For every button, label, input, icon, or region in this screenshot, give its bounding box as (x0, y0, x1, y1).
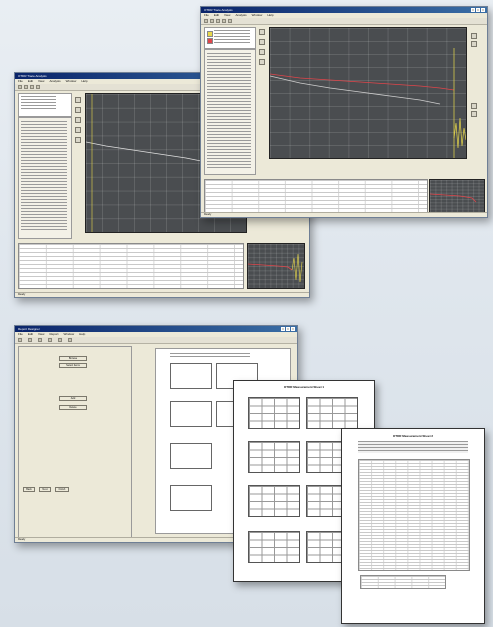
select-items-button[interactable]: Select Items (59, 363, 87, 368)
info-lines (207, 53, 251, 169)
event-table[interactable] (18, 243, 244, 289)
next-page-icon[interactable] (48, 338, 52, 342)
print-icon[interactable] (18, 338, 22, 342)
preview-header (170, 353, 250, 359)
zoom-button-1[interactable] (471, 33, 477, 39)
info-lines (21, 121, 67, 231)
trace-list-panel[interactable] (18, 93, 72, 117)
info-panel (204, 49, 256, 175)
sheet-title: OTDR Measurement Sheet 2 (392, 434, 434, 438)
trace-list (214, 30, 250, 45)
finish-button[interactable]: Finish (55, 487, 69, 492)
event-table[interactable] (204, 179, 428, 213)
first-page-icon[interactable] (28, 338, 32, 342)
zoom-icon[interactable] (68, 338, 72, 342)
sheet-plot-7 (248, 531, 300, 563)
sheet-plot-2 (306, 397, 358, 429)
side-button-3[interactable] (75, 117, 81, 123)
info-panel (18, 117, 72, 239)
status-bar: Ready (15, 292, 309, 297)
preview-chart-5 (170, 443, 212, 469)
minimize-icon[interactable] (281, 327, 285, 331)
close-icon[interactable] (481, 8, 485, 12)
status-text: Ready (204, 213, 212, 216)
sheet-plot-3 (248, 441, 300, 473)
side-button-2[interactable] (259, 39, 265, 45)
noise-trace (453, 117, 466, 149)
delete-button[interactable]: Delete (59, 405, 87, 410)
browse-button[interactable]: Browse (59, 356, 87, 361)
settings-panel: Browse Select Items Add Delete Back Next… (18, 346, 132, 538)
overview-plot[interactable] (429, 179, 485, 213)
sheet-header-info (358, 441, 468, 453)
side-button-5[interactable] (75, 137, 81, 143)
side-button-4[interactable] (259, 59, 265, 65)
back-icon[interactable] (228, 19, 232, 23)
side-button-2[interactable] (75, 107, 81, 113)
prev-page-icon[interactable] (38, 338, 42, 342)
status-bar: Ready (201, 212, 487, 217)
zoom-icon[interactable] (36, 85, 40, 89)
sheet-summary-table (360, 575, 446, 589)
trace-plot[interactable] (269, 27, 467, 159)
toolbar (201, 18, 487, 25)
save-icon[interactable] (210, 19, 214, 23)
back-button[interactable]: Back (23, 487, 35, 492)
preview-chart-3 (170, 401, 212, 427)
zoom-button-2[interactable] (471, 41, 477, 47)
overview-plot[interactable] (247, 243, 305, 289)
status-text: Ready (18, 538, 26, 541)
trace-svg (270, 48, 466, 158)
trace-color-icon (207, 38, 213, 44)
window-title: OTDR Trace Analysis (18, 74, 47, 78)
zoom-button-3[interactable] (471, 103, 477, 109)
preview-chart-6 (170, 485, 212, 511)
close-icon[interactable] (291, 327, 295, 331)
trace-line-red (270, 73, 455, 91)
window-title: Report Designer (18, 327, 40, 331)
side-button-3[interactable] (259, 49, 265, 55)
side-button-1[interactable] (75, 97, 81, 103)
side-button-4[interactable] (75, 127, 81, 133)
sheet-title: OTDR Measurement Sheet 1 (283, 385, 325, 389)
window-title: OTDR Trace Analysis (204, 8, 233, 12)
preview-chart-1 (170, 363, 212, 389)
save-icon[interactable] (24, 85, 28, 89)
minimize-icon[interactable] (471, 8, 475, 12)
open-icon[interactable] (18, 85, 22, 89)
last-page-icon[interactable] (58, 338, 62, 342)
maximize-icon[interactable] (286, 327, 290, 331)
open-icon[interactable] (204, 19, 208, 23)
overview-svg (430, 193, 477, 203)
zoom-button-4[interactable] (471, 111, 477, 117)
trace-list (21, 96, 56, 110)
print-icon[interactable] (216, 19, 220, 23)
sheet-data-table (358, 459, 470, 571)
trace-window-front: OTDR Trace Analysis File Edit View Analy… (200, 6, 488, 218)
print-icon[interactable] (30, 85, 34, 89)
side-button-1[interactable] (259, 29, 265, 35)
toolbar (15, 337, 297, 344)
sheet-plot-1 (248, 397, 300, 429)
trace-line-gray (270, 75, 441, 105)
add-button[interactable]: Add (59, 396, 87, 401)
status-text: Ready (18, 293, 26, 296)
trace-list-panel[interactable] (204, 27, 256, 49)
overview-svg (248, 253, 303, 283)
next-button[interactable]: Next (39, 487, 51, 492)
trace-color-icon (207, 31, 213, 37)
sheet-plot-5 (248, 485, 300, 517)
printout-sheet-2: OTDR Measurement Sheet 2 (341, 428, 485, 624)
maximize-icon[interactable] (476, 8, 480, 12)
zoom-icon[interactable] (222, 19, 226, 23)
